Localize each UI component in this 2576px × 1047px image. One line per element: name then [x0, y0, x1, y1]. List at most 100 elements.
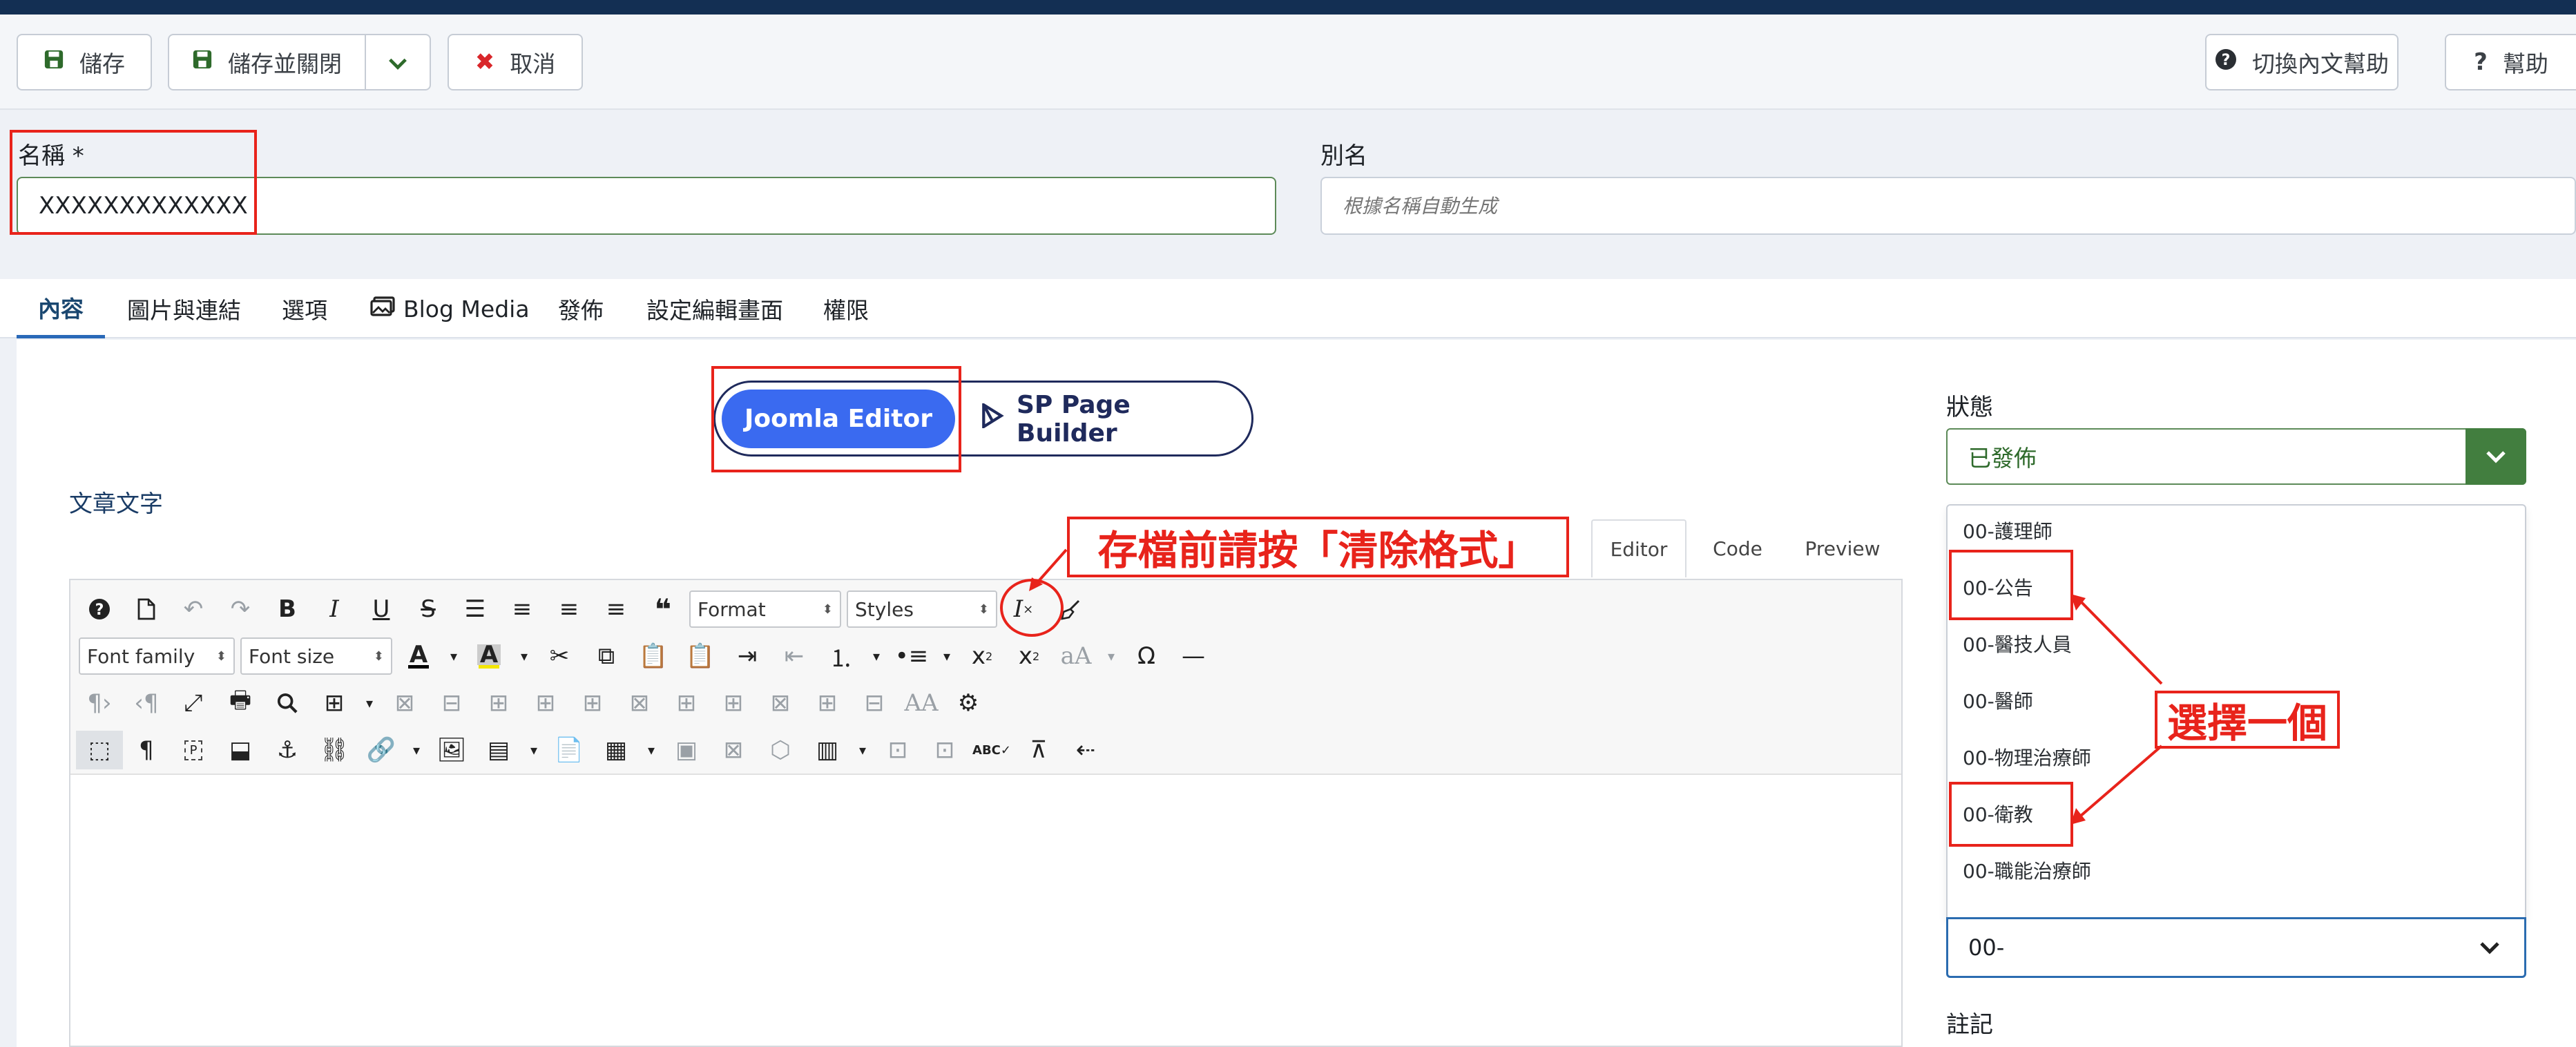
- font-case-dropdown-icon[interactable]: ▾: [1099, 637, 1123, 675]
- cut-icon[interactable]: ✂: [536, 637, 583, 675]
- cell-properties-icon[interactable]: ⊞: [475, 684, 522, 722]
- delete-row-icon[interactable]: ⊠: [616, 684, 663, 722]
- italic-icon[interactable]: I: [311, 590, 358, 628]
- bullet-list-dropdown-icon[interactable]: ▾: [935, 637, 959, 675]
- rtl-direction-icon[interactable]: ‹¶: [123, 684, 170, 722]
- unlink-icon[interactable]: ⛓: [311, 731, 358, 769]
- table-icon[interactable]: ⊞: [311, 684, 358, 722]
- strikethrough-icon[interactable]: S: [405, 590, 452, 628]
- template-dropdown-icon[interactable]: ▾: [640, 731, 663, 769]
- font-case-icon[interactable]: aA: [1052, 637, 1099, 675]
- page-break-icon[interactable]: ⊼: [1015, 731, 1062, 769]
- media-dropdown-icon[interactable]: ▾: [522, 731, 546, 769]
- help-button[interactable]: ? 幫助: [2445, 34, 2576, 90]
- special-character-omega-icon[interactable]: Ω: [1123, 637, 1170, 675]
- horizontal-rule-icon[interactable]: —: [1170, 637, 1217, 675]
- align-center-icon[interactable]: ≡: [499, 590, 546, 628]
- visual-blocks-icon[interactable]: ⬚: [76, 731, 123, 769]
- indent-icon[interactable]: ⇥: [724, 637, 771, 675]
- image-properties-icon[interactable]: ▣: [663, 731, 710, 769]
- link-dropdown-icon[interactable]: ▾: [405, 731, 428, 769]
- text-color-icon[interactable]: A: [395, 637, 442, 675]
- save-button[interactable]: 儲存: [17, 34, 152, 90]
- copy-icon[interactable]: ⧉: [583, 637, 630, 675]
- category-option[interactable]: 00-醫技人員: [1963, 616, 2072, 671]
- document-icon[interactable]: 📄: [546, 731, 593, 769]
- split-cells-icon[interactable]: ⊞: [804, 684, 851, 722]
- subscript-icon[interactable]: x2: [959, 637, 1006, 675]
- new-document-icon[interactable]: [123, 590, 170, 628]
- alias-input[interactable]: [1320, 177, 2576, 235]
- insert-template-icon[interactable]: ⬓: [217, 731, 264, 769]
- image-icon[interactable]: 🖼: [428, 731, 475, 769]
- toggle-inline-help-button[interactable]: ? 切換內文幫助: [2205, 34, 2399, 90]
- style-props-icon[interactable]: AA: [898, 684, 945, 722]
- tab-images-links[interactable]: 圖片與連結: [127, 279, 241, 338]
- undo-icon[interactable]: ↶: [170, 590, 217, 628]
- row-properties-icon[interactable]: ⊟: [428, 684, 475, 722]
- print-icon[interactable]: 🖶: [217, 684, 264, 722]
- background-color-icon[interactable]: A: [465, 637, 512, 675]
- delete-element-icon[interactable]: ⊠: [710, 731, 757, 769]
- remove-layer-icon[interactable]: ⊡: [921, 731, 968, 769]
- save-dropdown-toggle[interactable]: [365, 34, 431, 90]
- sp-page-builder-button[interactable]: SP Page Builder: [981, 390, 1236, 448]
- bullet-list-icon[interactable]: •≡: [888, 637, 935, 675]
- background-color-dropdown-icon[interactable]: ▾: [512, 637, 536, 675]
- cancel-button[interactable]: ✖ 取消: [448, 34, 583, 90]
- tab-content[interactable]: 內容: [17, 279, 105, 338]
- align-justify-icon[interactable]: ☰: [452, 590, 499, 628]
- insert-row-after-icon[interactable]: ⊞: [569, 684, 616, 722]
- editor-tab-editor[interactable]: Editor: [1591, 519, 1686, 577]
- outdent-icon[interactable]: ⇤: [771, 637, 818, 675]
- align-right-icon[interactable]: ≡: [593, 590, 640, 628]
- editor-tab-code[interactable]: Code: [1689, 519, 1786, 577]
- fullscreen-icon[interactable]: ⤢: [170, 684, 217, 722]
- text-color-dropdown-icon[interactable]: ▾: [442, 637, 465, 675]
- font-family-select[interactable]: Font family ⬍: [79, 637, 235, 675]
- insert-row-before-icon[interactable]: ⊞: [522, 684, 569, 722]
- redo-icon[interactable]: ↷: [217, 590, 264, 628]
- insert-column-after-icon[interactable]: ⊞: [710, 684, 757, 722]
- tab-publishing[interactable]: 發佈: [558, 279, 604, 338]
- template-icon[interactable]: ▦: [593, 731, 640, 769]
- tab-editor-config[interactable]: 設定編輯畫面: [646, 279, 783, 338]
- delete-column-icon[interactable]: ⊠: [757, 684, 804, 722]
- link-icon[interactable]: 🔗: [358, 731, 405, 769]
- help-icon[interactable]: ?: [76, 590, 123, 628]
- save-close-button[interactable]: 儲存並關閉: [168, 34, 366, 90]
- align-left-icon[interactable]: ≡: [546, 590, 593, 628]
- insert-layer-icon[interactable]: ⊡: [874, 731, 921, 769]
- chevron-down-icon[interactable]: [2459, 917, 2521, 978]
- read-more-icon[interactable]: ⇠: [1062, 731, 1109, 769]
- box-icon[interactable]: ⬡: [757, 731, 804, 769]
- styles-select[interactable]: Styles ⬍: [847, 590, 997, 628]
- spellcheck-icon[interactable]: ABC✓: [968, 731, 1015, 769]
- anchor-icon[interactable]: ⚓: [264, 731, 311, 769]
- superscript-icon[interactable]: x2: [1006, 637, 1052, 675]
- insert-column-before-icon[interactable]: ⊞: [663, 684, 710, 722]
- tab-blog-media[interactable]: Blog Media: [370, 279, 530, 338]
- category-search-input[interactable]: [1946, 917, 2526, 978]
- category-option[interactable]: 00-醫師: [1963, 673, 2033, 728]
- underline-icon[interactable]: U: [358, 590, 405, 628]
- table-dropdown-icon[interactable]: ▾: [358, 684, 381, 722]
- bold-icon[interactable]: B: [264, 590, 311, 628]
- editor-tab-preview[interactable]: Preview: [1789, 519, 1896, 577]
- category-option[interactable]: 00-職能治療師: [1963, 843, 2091, 898]
- columns-icon[interactable]: ▥: [804, 731, 851, 769]
- numbered-list-dropdown-icon[interactable]: ▾: [865, 637, 888, 675]
- media-icon[interactable]: ▤: [475, 731, 522, 769]
- show-paragraphs-icon[interactable]: ¶: [123, 731, 170, 769]
- font-size-select[interactable]: Font size ⬍: [240, 637, 392, 675]
- paste-text-icon[interactable]: 📋: [677, 637, 724, 675]
- delete-table-icon[interactable]: ⊠: [381, 684, 428, 722]
- gear-icon[interactable]: ⚙: [945, 684, 992, 722]
- paste-icon[interactable]: 📋: [630, 637, 677, 675]
- merge-cells-icon[interactable]: ⊟: [851, 684, 898, 722]
- columns-dropdown-icon[interactable]: ▾: [851, 731, 874, 769]
- numbered-list-icon[interactable]: ⒈: [818, 637, 865, 675]
- visual-chars-icon[interactable]: P: [170, 731, 217, 769]
- tab-options[interactable]: 選項: [282, 279, 327, 338]
- ltr-direction-icon[interactable]: ¶›: [76, 684, 123, 722]
